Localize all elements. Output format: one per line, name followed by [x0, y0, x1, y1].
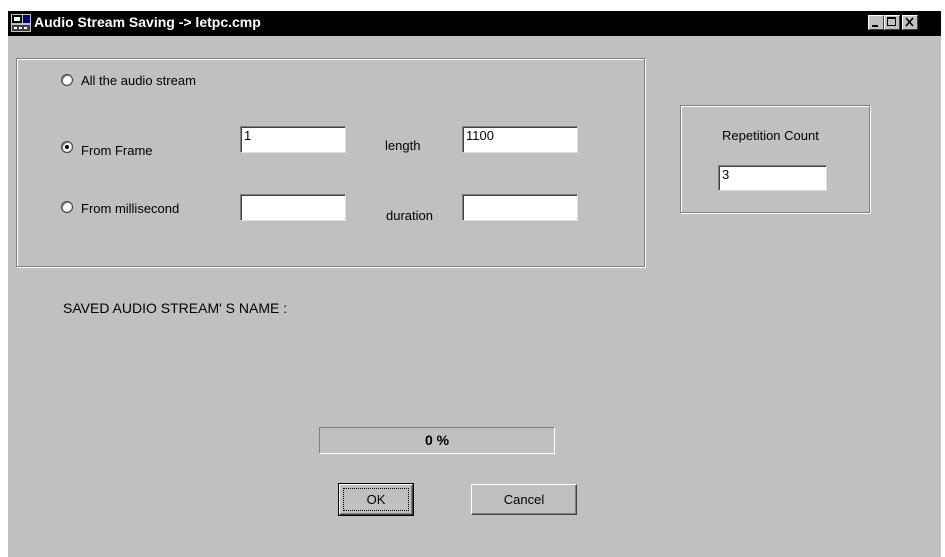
- close-button[interactable]: [902, 15, 918, 30]
- length-input[interactable]: 1100: [462, 126, 578, 153]
- maximize-icon: [887, 17, 896, 26]
- minimize-icon: [872, 25, 878, 27]
- progress-bar: 0 %: [319, 427, 555, 454]
- length-label: length: [385, 138, 421, 153]
- repetition-input[interactable]: 3: [718, 165, 827, 191]
- saved-name-label: SAVED AUDIO STREAM' S NAME :: [63, 300, 288, 316]
- app-icon: [11, 14, 31, 32]
- from-frame-radio[interactable]: [61, 141, 73, 153]
- ms-input[interactable]: [240, 194, 346, 221]
- ok-button[interactable]: OK: [338, 483, 414, 516]
- dialog-window: Audio Stream Saving -> letpc.cmp All the…: [8, 11, 941, 557]
- title-bar[interactable]: Audio Stream Saving -> letpc.cmp: [8, 11, 941, 36]
- frame-input[interactable]: 1: [240, 126, 346, 153]
- close-icon: [905, 17, 914, 27]
- duration-input[interactable]: [462, 194, 578, 221]
- window-title: Audio Stream Saving -> letpc.cmp: [34, 14, 261, 30]
- repetition-group: [680, 105, 870, 213]
- repetition-label: Repetition Count: [722, 128, 819, 143]
- from-frame-label[interactable]: From Frame: [81, 143, 153, 158]
- progress-text: 0 %: [424, 432, 450, 448]
- all-stream-label[interactable]: All the audio stream: [81, 73, 196, 88]
- all-stream-radio[interactable]: [61, 74, 73, 86]
- duration-label: duration: [386, 208, 433, 223]
- minimize-button[interactable]: [868, 15, 884, 30]
- from-ms-radio[interactable]: [61, 201, 73, 213]
- cancel-button[interactable]: Cancel: [471, 484, 577, 515]
- maximize-button[interactable]: [884, 15, 900, 30]
- from-ms-label[interactable]: From millisecond: [81, 201, 179, 216]
- range-group: [16, 58, 645, 267]
